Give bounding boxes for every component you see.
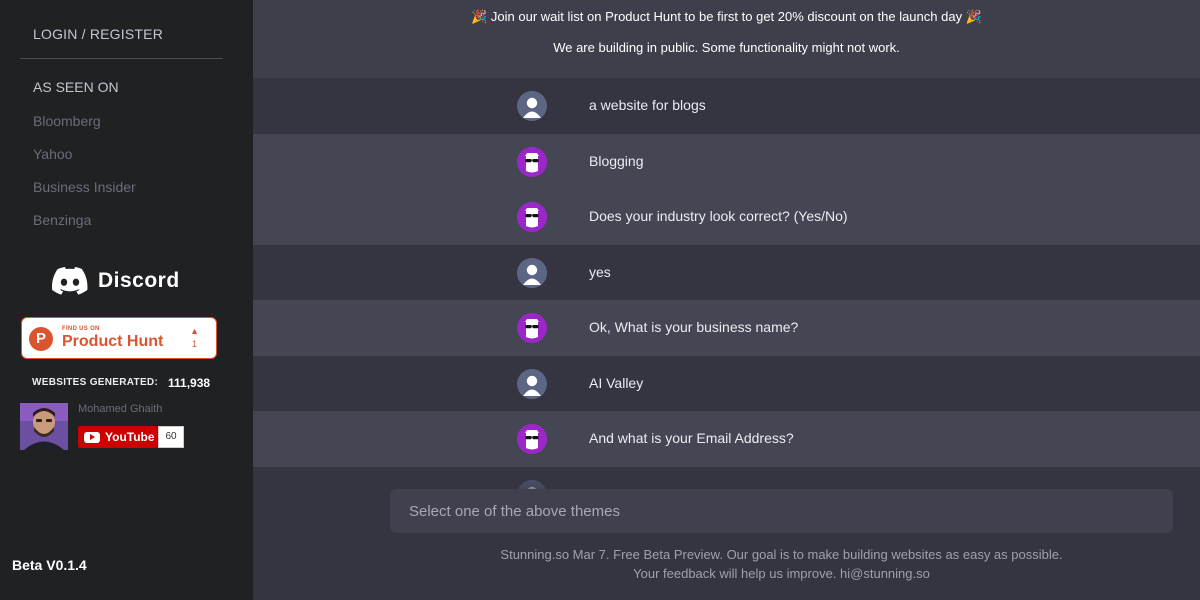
as-seen-on-heading: AS SEEN ON (33, 79, 119, 95)
seen-on-business-insider[interactable]: Business Insider (33, 179, 136, 195)
login-register-link[interactable]: LOGIN / REGISTER (33, 26, 163, 42)
chat-input[interactable] (390, 489, 1173, 533)
user-avatar-icon (517, 368, 547, 399)
build-in-public-notice: We are building in public. Some function… (553, 40, 900, 55)
chat-message: Does your industry look correct? (Yes/No… (253, 189, 1200, 245)
bot-avatar-icon (517, 313, 547, 343)
chat-message-text: a website for blogs (589, 97, 706, 113)
waitlist-announcement[interactable]: 🎉 Join our wait list on Product Hunt to … (253, 9, 1200, 25)
youtube-button-label: YouTube (105, 430, 155, 444)
user-avatar-icon (517, 91, 547, 121)
youtube-play-icon (84, 431, 100, 443)
websites-generated-count: 111,938 (168, 376, 211, 390)
chat-message-text: AI Valley (589, 374, 644, 391)
chat-message-text: Does your industry look correct? (Yes/No… (589, 208, 848, 224)
person-photo-icon (20, 403, 68, 450)
seen-on-bloomberg[interactable]: Bloomberg (33, 113, 101, 129)
chat-input-box[interactable] (390, 489, 1173, 533)
upvote-arrow-icon: ▲ (190, 326, 199, 336)
bot-avatar-icon (517, 424, 547, 454)
seen-on-yahoo[interactable]: Yahoo (33, 146, 72, 162)
upvote-count: 1 (191, 339, 197, 349)
footer-line-1: Stunning.so Mar 7. Free Beta Preview. Ou… (500, 547, 1063, 562)
bot-avatar-icon (517, 202, 547, 232)
seen-on-benzinga[interactable]: Benzinga (33, 212, 91, 228)
chat-message: Blogging (253, 133, 1200, 189)
chat-message: yes (253, 244, 1200, 300)
product-hunt-icon: P (29, 327, 53, 351)
chat-message: a website for blogs (253, 78, 1200, 134)
youtube-subscribe-button[interactable]: YouTube (78, 426, 158, 448)
youtube-subscriber-count: 60 (158, 426, 184, 448)
youtube-channel-name[interactable]: Mohamed Ghaith (78, 403, 162, 415)
footer-line-2: Your feedback will help us improve. hi@s… (633, 566, 930, 581)
youtube-channel-avatar[interactable] (20, 403, 68, 450)
chat-message-text: Ok, What is your business name? (589, 319, 799, 335)
sidebar-divider (20, 58, 223, 59)
product-hunt-badge[interactable]: P FIND US ON Product Hunt ▲ 1 (21, 317, 217, 359)
product-hunt-small-label: FIND US ON (62, 326, 100, 332)
discord-link[interactable]: Discord (52, 267, 180, 295)
chat-message: AI Valley (253, 355, 1200, 411)
bot-avatar-icon (517, 146, 547, 177)
chat-message: Ok, What is your business name? (253, 300, 1200, 356)
chat-message-text: And what is your Email Address? (589, 430, 794, 446)
discord-label: Discord (98, 269, 180, 292)
version-label: Beta V0.1.4 (12, 557, 87, 573)
chat-message-text: Blogging (589, 152, 644, 169)
product-hunt-label: Product Hunt (62, 333, 164, 350)
discord-icon (52, 267, 88, 295)
chat-message: And what is your Email Address? (253, 411, 1200, 467)
websites-generated-label: WEBSITES GENERATED: (32, 377, 159, 388)
chat-message-text: yes (589, 263, 611, 280)
chat-main: 🎉 Join our wait list on Product Hunt to … (253, 0, 1200, 600)
announcement-banner: 🎉 Join our wait list on Product Hunt to … (253, 0, 1200, 78)
sidebar: LOGIN / REGISTER AS SEEN ON Bloomberg Ya… (0, 0, 253, 600)
user-avatar-icon (517, 257, 547, 288)
